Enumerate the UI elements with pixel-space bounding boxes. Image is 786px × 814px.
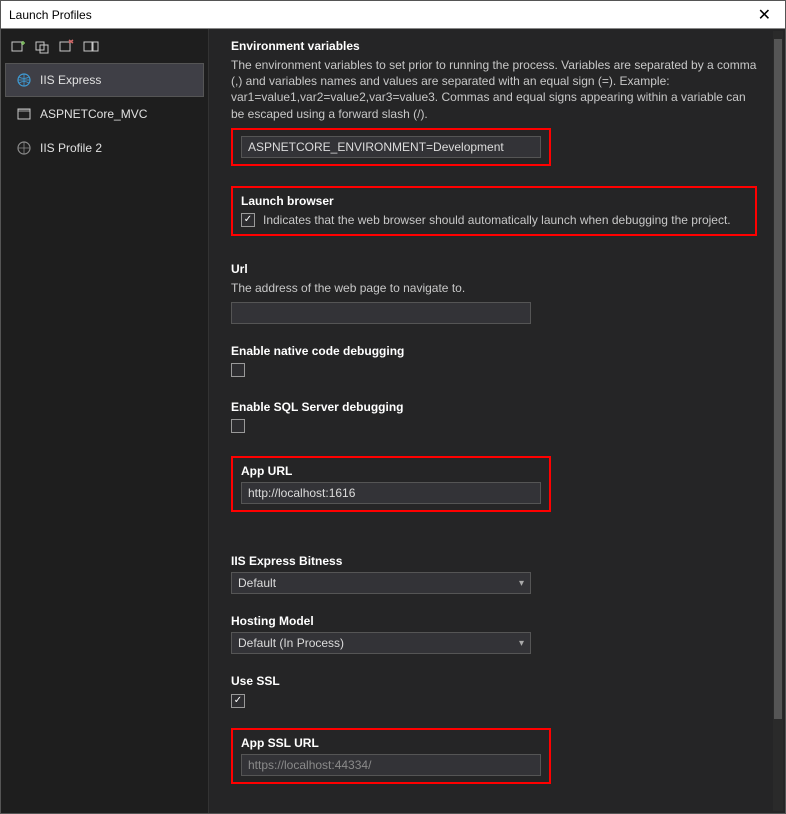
section-app-ssl-url: App SSL URL	[231, 728, 551, 784]
sidebar-item-iis-profile-2[interactable]: IIS Profile 2	[5, 131, 204, 165]
section-env-vars: Environment variables The environment va…	[231, 39, 757, 166]
url-title: Url	[231, 262, 757, 276]
titlebar: Launch Profiles ✕	[1, 1, 785, 29]
sidebar-toolbar	[5, 35, 204, 63]
chevron-down-icon: ▾	[519, 578, 524, 589]
use-ssl-title: Use SSL	[231, 674, 757, 688]
sidebar: IIS Express ASPNETCore_MVC IIS Profile 2	[1, 29, 209, 813]
rename-profile-icon[interactable]	[83, 39, 99, 55]
hosting-model-value: Default (In Process)	[238, 636, 344, 650]
url-input[interactable]	[231, 302, 531, 324]
main-area: IIS Express ASPNETCore_MVC IIS Profile 2…	[1, 29, 785, 813]
section-launch-browser: Launch browser Indicates that the web br…	[231, 186, 757, 236]
section-iis-bitness: IIS Express Bitness Default ▾	[231, 554, 757, 594]
section-enable-native: Enable native code debugging	[231, 344, 757, 380]
env-vars-highlight	[231, 128, 551, 166]
app-url-title: App URL	[241, 464, 541, 478]
content-scroll[interactable]: Environment variables The environment va…	[209, 29, 771, 813]
iis-bitness-value: Default	[238, 576, 276, 590]
url-desc: The address of the web page to navigate …	[231, 280, 757, 296]
add-profile-icon[interactable]	[11, 39, 27, 55]
enable-native-title: Enable native code debugging	[231, 344, 757, 358]
content-wrap: Environment variables The environment va…	[209, 29, 785, 813]
use-ssl-checkbox[interactable]	[231, 694, 245, 708]
section-url: Url The address of the web page to navig…	[231, 262, 757, 324]
enable-native-checkbox[interactable]	[231, 363, 245, 377]
enable-sql-checkbox[interactable]	[231, 419, 245, 433]
globe-icon	[16, 72, 32, 88]
window-title: Launch Profiles	[9, 8, 92, 22]
iis-icon	[16, 140, 32, 156]
env-vars-input[interactable]	[241, 136, 541, 158]
launch-browser-title: Launch browser	[241, 194, 747, 208]
section-app-url: App URL	[231, 456, 551, 512]
hosting-model-select[interactable]: Default (In Process) ▾	[231, 632, 531, 654]
profile-label: ASPNETCore_MVC	[40, 107, 147, 121]
duplicate-profile-icon[interactable]	[35, 39, 51, 55]
delete-profile-icon[interactable]	[59, 39, 75, 55]
profile-label: IIS Express	[40, 73, 101, 87]
scroll-thumb[interactable]	[774, 39, 782, 719]
vertical-scrollbar[interactable]	[773, 31, 783, 811]
profile-label: IIS Profile 2	[40, 141, 102, 155]
app-ssl-url-input[interactable]	[241, 754, 541, 776]
app-ssl-url-title: App SSL URL	[241, 736, 541, 750]
close-button[interactable]: ✕	[752, 5, 777, 25]
section-hosting-model: Hosting Model Default (In Process) ▾	[231, 614, 757, 654]
enable-sql-title: Enable SQL Server debugging	[231, 400, 757, 414]
hosting-model-title: Hosting Model	[231, 614, 757, 628]
chevron-down-icon: ▾	[519, 638, 524, 649]
section-use-ssl: Use SSL	[231, 674, 757, 708]
iis-bitness-title: IIS Express Bitness	[231, 554, 757, 568]
section-enable-sql: Enable SQL Server debugging	[231, 400, 757, 436]
env-vars-title: Environment variables	[231, 39, 757, 53]
project-icon	[16, 106, 32, 122]
sidebar-item-aspnetcore-mvc[interactable]: ASPNETCore_MVC	[5, 97, 204, 131]
sidebar-item-iis-express[interactable]: IIS Express	[5, 63, 204, 97]
launch-browser-desc: Indicates that the web browser should au…	[263, 212, 731, 228]
env-vars-desc: The environment variables to set prior t…	[231, 57, 757, 122]
launch-browser-checkbox[interactable]	[241, 213, 255, 227]
iis-bitness-select[interactable]: Default ▾	[231, 572, 531, 594]
app-url-input[interactable]	[241, 482, 541, 504]
